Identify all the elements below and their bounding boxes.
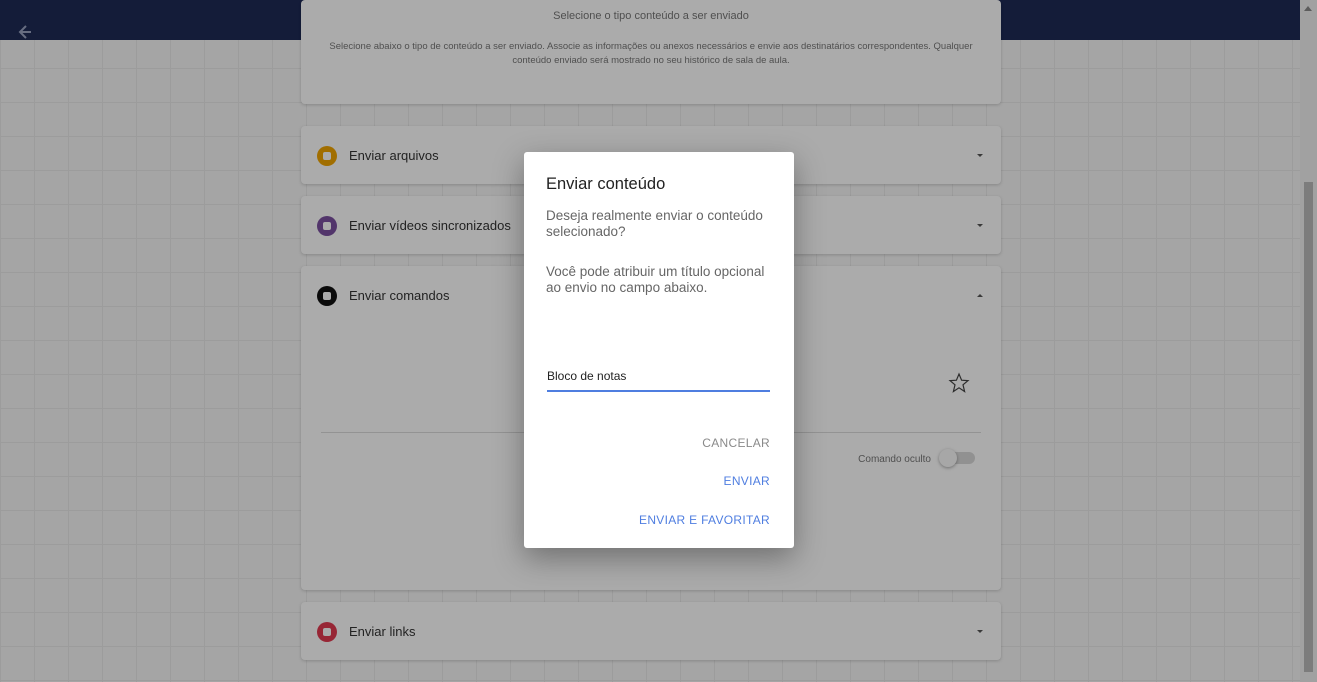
dialog-hint: Você pode atribuir um título opcional ao… [546,264,765,295]
send-button[interactable]: ENVIAR [724,474,770,488]
cancel-button[interactable]: CANCELAR [702,436,770,450]
dialog-question: Deseja realmente enviar o conteúdo selec… [546,208,763,239]
send-content-dialog: Enviar conteúdo Deseja realmente enviar … [524,152,794,548]
send-and-favorite-button[interactable]: ENVIAR E FAVORITAR [639,513,770,527]
dialog-title: Enviar conteúdo [546,175,666,193]
title-input[interactable] [547,362,770,392]
